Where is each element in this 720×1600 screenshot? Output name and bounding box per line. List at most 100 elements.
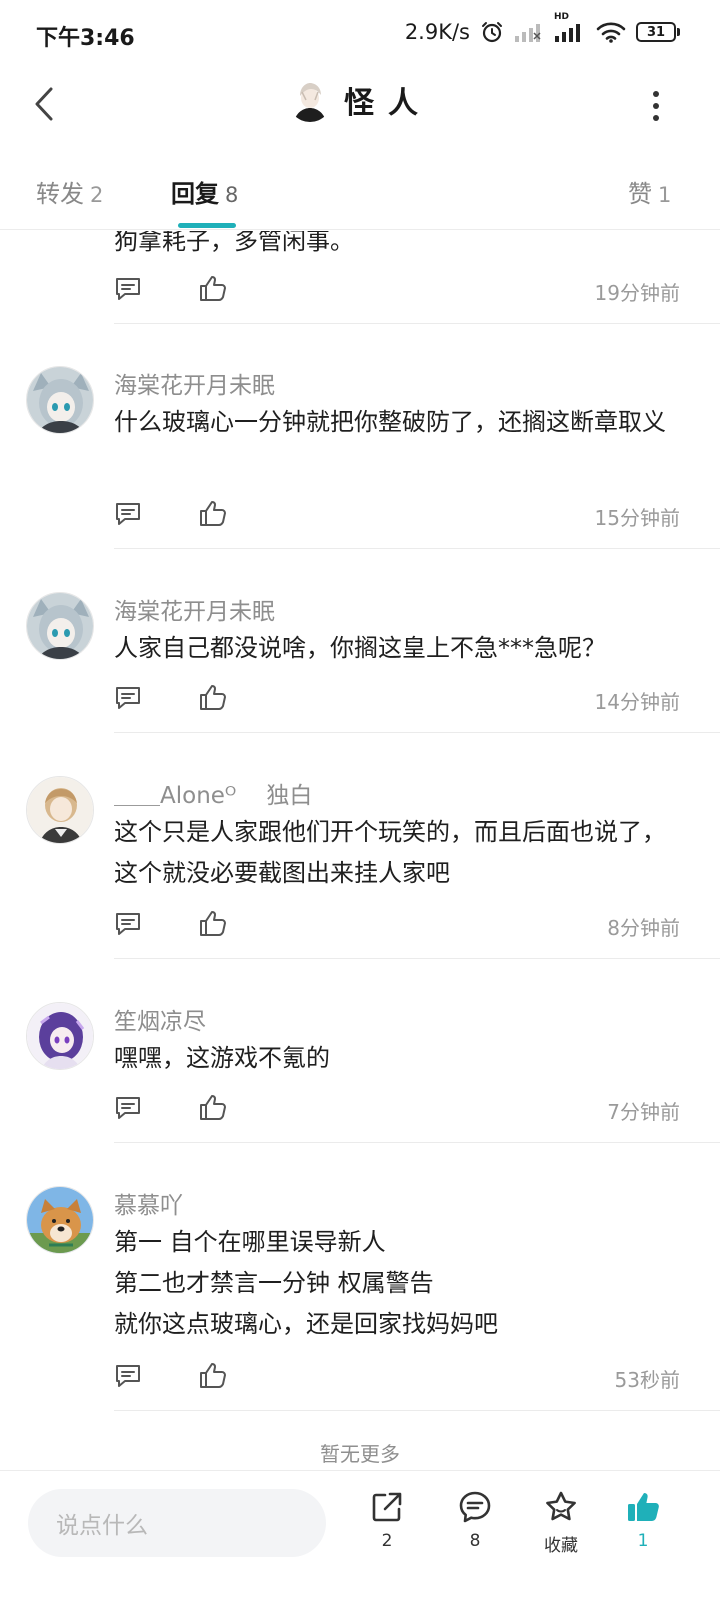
- reply-icon[interactable]: [114, 1094, 142, 1126]
- favorite-label: 收藏: [544, 1536, 578, 1556]
- divider: [114, 1410, 720, 1411]
- alarm-icon: [480, 20, 504, 44]
- comment-bubble-icon: [459, 1491, 491, 1523]
- like-count: 1: [637, 1531, 649, 1551]
- divider: [0, 229, 720, 230]
- battery-level: 31: [636, 22, 676, 42]
- avatar[interactable]: [26, 1002, 94, 1070]
- comment-text: 什么玻璃心一分钟就把你整破防了，还搁这断章取义: [114, 408, 666, 436]
- more-dot-icon: [653, 103, 659, 109]
- avatar-image: [288, 78, 332, 122]
- active-tab-indicator: [178, 223, 236, 228]
- avatar[interactable]: [26, 366, 94, 434]
- user-tag: 独白: [266, 783, 313, 809]
- more-options-button[interactable]: [636, 84, 676, 128]
- status-icons: 2.9K/s HD 31: [404, 12, 680, 44]
- no-more-label: 暂无更多: [320, 1442, 400, 1466]
- like-icon[interactable]: [198, 273, 228, 307]
- more-dot-icon: [653, 115, 659, 121]
- comment-time: 7分钟前: [607, 1100, 680, 1124]
- signal-hd-icon: HD: [554, 12, 586, 43]
- like-icon[interactable]: [198, 498, 228, 532]
- avatar-image: [27, 367, 93, 433]
- nav-title-group[interactable]: 怪人: [0, 78, 720, 122]
- avatar[interactable]: [26, 776, 94, 844]
- share-button[interactable]: 2: [352, 1489, 422, 1551]
- comment-text: 第一 自个在哪里误导新人 第二也才禁言一分钟 权属警告 就你这点玻璃心，还是回家…: [114, 1228, 498, 1338]
- comment-button[interactable]: 8: [440, 1489, 510, 1551]
- comment-actions: 19分钟前: [114, 271, 680, 311]
- battery-icon: 31: [636, 22, 680, 42]
- like-icon[interactable]: [198, 1092, 228, 1126]
- tab-replies[interactable]: 回复 8: [171, 174, 238, 209]
- reply-icon[interactable]: [114, 910, 142, 942]
- comment-username[interactable]: 慕慕吖: [114, 1186, 183, 1220]
- comment-text: 人家自己都没说啥，你搁这皇上不急***急呢？: [114, 634, 606, 662]
- like-icon[interactable]: [198, 682, 228, 716]
- hd-label: HD: [554, 12, 570, 22]
- tab-label: 赞: [628, 180, 652, 208]
- comment-username[interactable]: 海棠花开月未眠: [114, 366, 275, 400]
- comment-username: ＿＿Aloneᴼ: [114, 783, 237, 809]
- like-icon[interactable]: [198, 908, 228, 942]
- avatar-image: [27, 777, 93, 843]
- tab-count: 8: [225, 183, 239, 207]
- comment-input-placeholder: 说点什么: [56, 1513, 148, 1539]
- share-count: 2: [381, 1531, 393, 1551]
- signal-weak-icon: [514, 21, 544, 43]
- comment-actions: 53秒前: [114, 1358, 680, 1398]
- avatar-image: [27, 1003, 93, 1069]
- avatar[interactable]: [26, 1186, 94, 1254]
- comment-username[interactable]: 海棠花开月未眠: [114, 592, 275, 626]
- reply-icon[interactable]: [114, 275, 142, 307]
- comment-actions: 15分钟前: [114, 496, 680, 536]
- comment-count: 8: [469, 1531, 481, 1551]
- avatar-image: [27, 1187, 93, 1253]
- tab-reposts[interactable]: 转发 2: [36, 174, 103, 209]
- reply-list[interactable]: 狗拿耗子，多管闲事。 19分钟前 海棠花开月未眠 什么玻璃心一分钟就把你整破防了…: [0, 231, 720, 1471]
- divider: [114, 732, 720, 733]
- page-title: 怪人: [344, 86, 432, 121]
- comment-time: 53秒前: [614, 1368, 680, 1392]
- reply-icon[interactable]: [114, 684, 142, 716]
- bottom-action-bar: 说点什么 2 8 收藏 1: [0, 1470, 720, 1600]
- comment-actions: 8分钟前: [114, 906, 680, 946]
- comment-time: 19分钟前: [594, 281, 680, 305]
- divider: [114, 323, 720, 324]
- divider: [114, 548, 720, 549]
- comment-username-row[interactable]: ＿＿Aloneᴼ 独白: [114, 776, 312, 810]
- tab-count: 1: [658, 183, 672, 207]
- divider: [114, 1142, 720, 1143]
- comment-text: 狗拿耗子，多管闲事。: [114, 231, 354, 255]
- tab-count: 2: [90, 183, 104, 207]
- comment-text: 嘿嘿，这游戏不氪的: [114, 1044, 330, 1072]
- comment-text: 这个只是人家跟他们开个玩笑的，而且后面也说了，这个就没必要截图出来挂人家吧: [114, 818, 666, 887]
- comment-time: 8分钟前: [607, 916, 680, 940]
- reply-icon[interactable]: [114, 500, 142, 532]
- thumbs-up-filled-icon: [628, 1493, 659, 1521]
- nav-bar: 怪人: [0, 70, 720, 140]
- avatar-image: [27, 593, 93, 659]
- tab-label: 回复: [171, 180, 219, 208]
- comment-actions: 7分钟前: [114, 1090, 680, 1130]
- divider: [114, 958, 720, 959]
- share-icon: [372, 1492, 402, 1522]
- avatar[interactable]: [26, 592, 94, 660]
- tab-bar: 转发 2 回复 8 赞1: [0, 160, 720, 230]
- author-avatar[interactable]: [288, 78, 332, 122]
- comment-input[interactable]: 说点什么: [28, 1489, 326, 1557]
- network-speed: 2.9K/s: [404, 20, 470, 44]
- more-dot-icon: [653, 91, 659, 97]
- like-icon[interactable]: [198, 1360, 228, 1394]
- reply-icon[interactable]: [114, 1362, 142, 1394]
- comment-time: 15分钟前: [594, 506, 680, 530]
- comment-username[interactable]: 笙烟凉尽: [114, 1002, 206, 1036]
- tab-label: 转发: [36, 180, 84, 208]
- status-bar: 下午3:46 2.9K/s HD 31: [0, 0, 720, 70]
- like-button[interactable]: 1: [608, 1489, 678, 1551]
- status-time: 下午3:46: [36, 26, 135, 51]
- favorite-button[interactable]: 收藏: [526, 1489, 596, 1556]
- comment-time: 14分钟前: [594, 690, 680, 714]
- wifi-icon: [596, 21, 626, 43]
- tab-likes[interactable]: 赞1: [628, 174, 671, 209]
